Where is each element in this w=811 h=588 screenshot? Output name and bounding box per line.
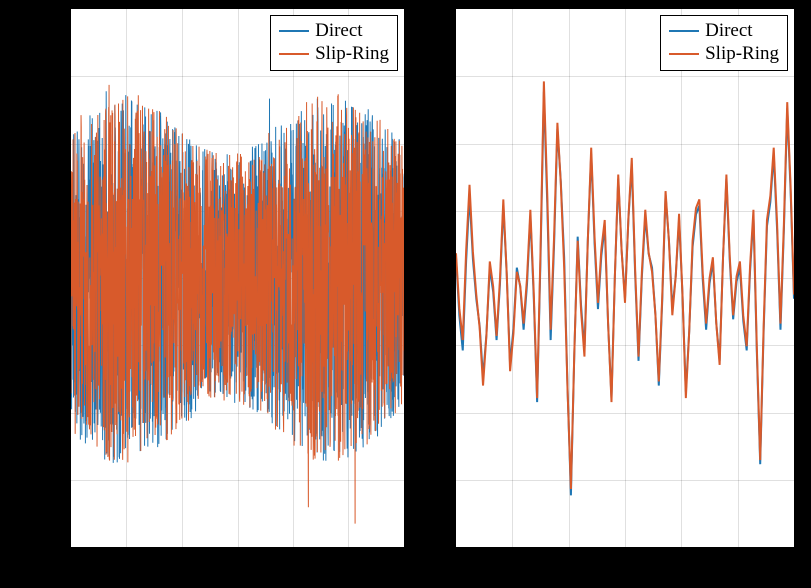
legend-swatch-slip [279,53,309,55]
trace-left [71,9,404,547]
chart-right: Direct Slip-Ring [455,8,795,548]
legend-label-slip-r: Slip-Ring [705,43,779,66]
legend-label-slip: Slip-Ring [315,43,389,66]
legend-label-direct-r: Direct [705,20,752,43]
legend-label-direct: Direct [315,20,362,43]
trace-right [456,9,794,547]
plot-area-left: Direct Slip-Ring [70,8,405,548]
legend-row-slip-r: Slip-Ring [669,43,779,66]
legend-row-direct: Direct [279,20,389,43]
chart-left: Direct Slip-Ring [70,8,405,548]
legend-left: Direct Slip-Ring [270,15,398,71]
legend-right: Direct Slip-Ring [660,15,788,71]
legend-swatch-direct [279,30,309,32]
legend-swatch-slip-r [669,53,699,55]
legend-row-direct-r: Direct [669,20,779,43]
legend-row-slip: Slip-Ring [279,43,389,66]
legend-swatch-direct-r [669,30,699,32]
plot-area-right: Direct Slip-Ring [455,8,795,548]
